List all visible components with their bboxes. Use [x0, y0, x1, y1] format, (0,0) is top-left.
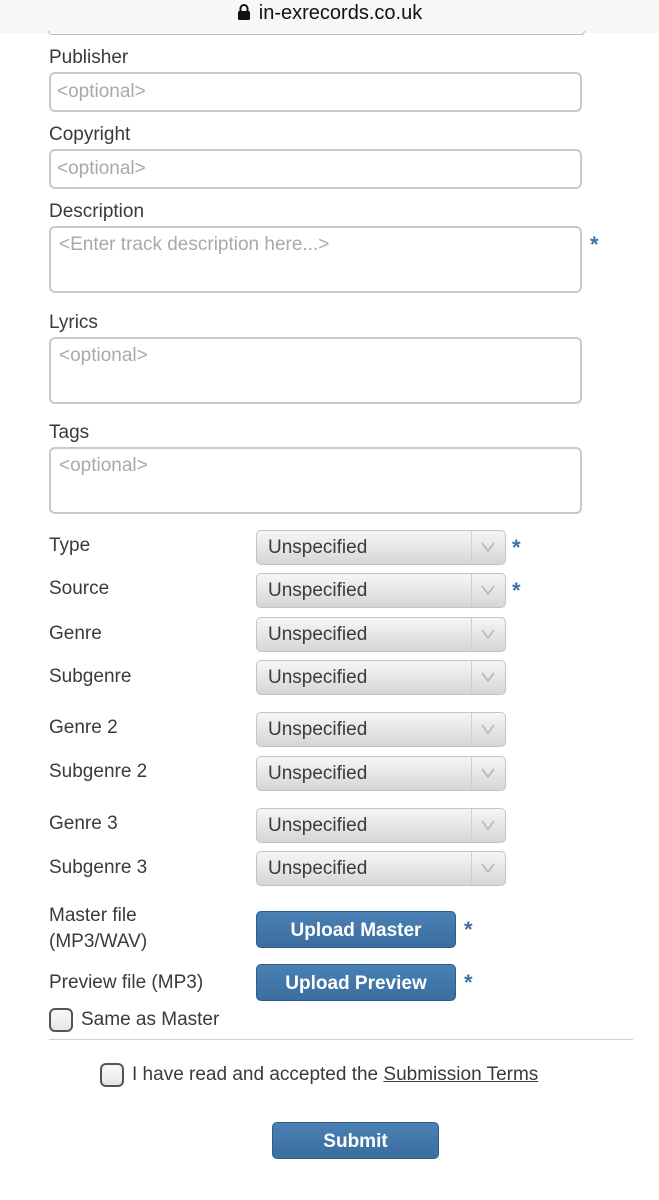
source-label: Source: [49, 578, 110, 599]
chevron-down-icon: [471, 618, 505, 651]
subgenre-label: Subgenre: [49, 666, 132, 687]
source-required-mark: *: [512, 578, 521, 603]
terms-prefix: I have read and accepted the: [132, 1064, 379, 1085]
chevron-down-icon: [471, 713, 505, 746]
type-required-mark: *: [512, 535, 521, 560]
chevron-down-icon: [471, 809, 505, 842]
preview-file-label: Preview file (MP3): [49, 972, 204, 993]
type-label: Type: [49, 535, 91, 556]
genre3-select[interactable]: Unspecified: [256, 808, 506, 843]
lyrics-textarea[interactable]: [49, 337, 582, 404]
genre2-select[interactable]: Unspecified: [256, 712, 506, 747]
publisher-label: Publisher: [49, 47, 129, 68]
genre-select-value: Unspecified: [268, 624, 368, 645]
lyrics-label: Lyrics: [49, 312, 98, 333]
subgenre-select[interactable]: Unspecified: [256, 660, 506, 695]
subgenre2-select[interactable]: Unspecified: [256, 756, 506, 791]
tags-textarea[interactable]: [49, 447, 582, 514]
terms-text: I have read and accepted the Submission …: [132, 1064, 538, 1086]
divider: [49, 1039, 633, 1040]
chevron-down-icon: [471, 852, 505, 885]
submission-terms-link[interactable]: Submission Terms: [383, 1064, 538, 1085]
upload-preview-button[interactable]: Upload Preview: [256, 964, 456, 1001]
genre-select[interactable]: Unspecified: [256, 617, 506, 652]
description-required-mark: *: [590, 232, 599, 257]
description-textarea[interactable]: [49, 226, 582, 293]
master-file-format-label: (MP3/WAV): [49, 931, 148, 952]
subgenre-select-value: Unspecified: [268, 667, 368, 688]
type-select-value: Unspecified: [268, 537, 368, 558]
chevron-down-icon: [471, 531, 505, 564]
publisher-input[interactable]: [49, 72, 582, 112]
terms-checkbox[interactable]: [100, 1063, 124, 1087]
url-text: in-exrecords.co.uk: [258, 2, 423, 24]
description-label: Description: [49, 201, 145, 222]
genre2-select-value: Unspecified: [268, 719, 368, 740]
chevron-down-icon: [471, 574, 505, 607]
subgenre2-select-value: Unspecified: [268, 763, 368, 784]
master-file-label: Master file: [49, 905, 137, 926]
same-as-master-checkbox[interactable]: [49, 1008, 73, 1032]
subgenre3-label: Subgenre 3: [49, 857, 148, 878]
genre3-label: Genre 3: [49, 813, 118, 834]
chevron-down-icon: [471, 661, 505, 694]
source-select[interactable]: Unspecified: [256, 573, 506, 608]
source-select-value: Unspecified: [268, 580, 368, 601]
browser-address-bar[interactable]: in-exrecords.co.uk: [0, 0, 659, 33]
subgenre3-select[interactable]: Unspecified: [256, 851, 506, 886]
subgenre3-select-value: Unspecified: [268, 858, 368, 879]
genre3-select-value: Unspecified: [268, 815, 368, 836]
lock-icon: [237, 3, 251, 20]
same-as-master-label: Same as Master: [81, 1009, 220, 1030]
tags-label: Tags: [49, 422, 90, 443]
previous-field-edge: [48, 31, 585, 35]
master-required-mark: *: [464, 917, 473, 942]
copyright-label: Copyright: [49, 124, 131, 145]
type-select[interactable]: Unspecified: [256, 530, 506, 565]
genre-label: Genre: [49, 623, 102, 644]
upload-master-button[interactable]: Upload Master: [256, 911, 456, 948]
genre2-label: Genre 2: [49, 717, 118, 738]
copyright-input[interactable]: [49, 149, 582, 189]
url-display[interactable]: in-exrecords.co.uk: [0, 2, 659, 25]
subgenre2-label: Subgenre 2: [49, 761, 148, 782]
submit-button[interactable]: Submit: [272, 1122, 439, 1159]
preview-required-mark: *: [464, 970, 473, 995]
chevron-down-icon: [471, 757, 505, 790]
